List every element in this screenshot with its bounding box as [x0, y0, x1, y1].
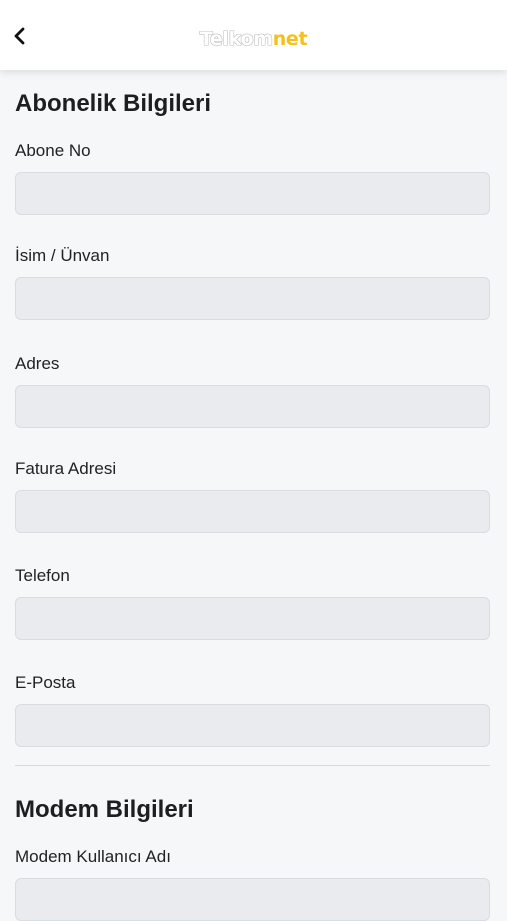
e-posta-input[interactable] — [15, 704, 490, 747]
section-title-modem: Modem Bilgileri — [15, 796, 194, 823]
logo-text-telkom: Telkom — [199, 28, 273, 50]
label-fatura-adresi: Fatura Adresi — [15, 459, 117, 478]
app-header: Telkomnet — [0, 0, 507, 70]
label-abone-no: Abone No — [15, 141, 91, 160]
label-telefon: Telefon — [15, 566, 70, 585]
main-content: Abonelik Bilgileri Abone No İsim / Ünvan… — [15, 70, 490, 921]
telefon-input[interactable] — [15, 597, 490, 640]
isim-unvan-input[interactable] — [15, 277, 490, 320]
label-isim-unvan: İsim / Ünvan — [15, 246, 110, 265]
section-title-abonelik: Abonelik Bilgileri — [15, 90, 212, 117]
abone-no-input[interactable] — [15, 172, 490, 215]
label-adres: Adres — [15, 354, 60, 373]
adres-input[interactable] — [15, 385, 490, 428]
fatura-adresi-input[interactable] — [15, 490, 490, 533]
label-modem-kullanici-adi: Modem Kullanıcı Adı — [15, 847, 171, 866]
label-e-posta: E-Posta — [15, 673, 76, 692]
logo-text-net: net — [272, 28, 308, 50]
telkomnet-logo: Telkomnet — [0, 28, 507, 50]
